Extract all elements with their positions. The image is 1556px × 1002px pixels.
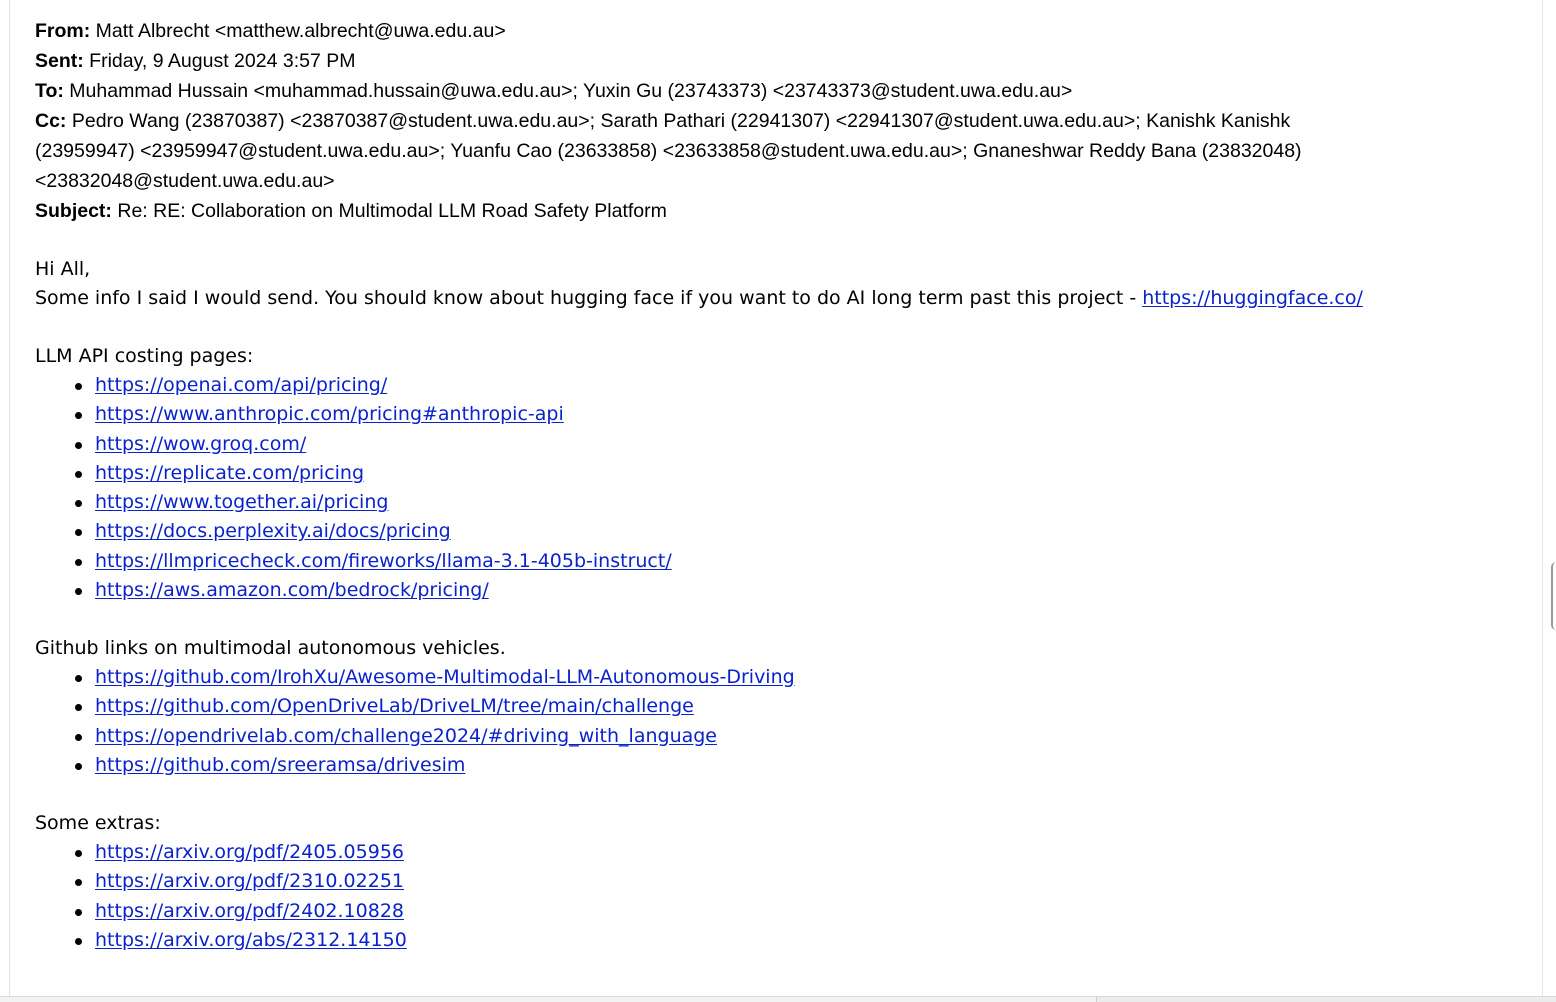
bullet-icon — [75, 500, 82, 507]
link[interactable]: https://arxiv.org/pdf/2402.10828 — [95, 900, 404, 922]
status-bar-segment — [1096, 996, 1556, 1002]
bullet-icon — [75, 879, 82, 887]
list-item: https://wow.groq.com/ — [35, 430, 1515, 459]
to-value: Muhammad Hussain <muhammad.hussain@uwa.e… — [69, 80, 1073, 102]
link[interactable]: https://www.together.ai/pricing — [95, 491, 388, 513]
huggingface-link[interactable]: https://huggingface.co/ — [1142, 287, 1363, 309]
to-label: To: — [35, 80, 64, 102]
right-divider — [1542, 0, 1543, 1002]
list-item: https://arxiv.org/pdf/2402.10828 — [35, 897, 1515, 926]
link[interactable]: https://arxiv.org/abs/2312.14150 — [95, 929, 407, 951]
subject-line: Subject: Re: RE: Collaboration on Multim… — [35, 196, 1475, 226]
list-item: https://replicate.com/pricing — [35, 459, 1515, 488]
subject-label: Subject: — [35, 200, 112, 222]
intro-text: Some info I said I would send. You shoul… — [35, 287, 1143, 309]
link[interactable]: https://wow.groq.com/ — [95, 433, 306, 455]
link[interactable]: https://github.com/sreeramsa/drivesim — [95, 754, 465, 776]
link[interactable]: https://replicate.com/pricing — [95, 462, 364, 484]
bullet-icon — [75, 558, 82, 566]
link[interactable]: https://github.com/OpenDriveLab/DriveLM/… — [95, 695, 694, 717]
list-item: https://arxiv.org/abs/2312.14150 — [35, 926, 1515, 955]
bullet-icon — [75, 412, 82, 420]
list-item: https://aws.amazon.com/bedrock/pricing/ — [35, 576, 1515, 605]
cc-line-2: (23959947) <23959947@student.uwa.edu.au>… — [35, 136, 1475, 166]
sent-line: Sent: Friday, 9 August 2024 3:57 PM — [35, 46, 1475, 76]
list-item: https://arxiv.org/pdf/2310.02251 — [35, 867, 1515, 896]
list-item: https://www.together.ai/pricing — [35, 488, 1515, 517]
cc-value-line3: <23832048@student.uwa.edu.au> — [35, 170, 335, 192]
bullet-icon — [75, 470, 82, 478]
section-heading: Some extras: — [35, 812, 161, 834]
list-item: https://www.anthropic.com/pricing#anthro… — [35, 400, 1515, 429]
cc-label: Cc: — [35, 110, 67, 132]
bullet-icon — [75, 441, 82, 449]
link[interactable]: https://llmpricecheck.com/fireworks/llam… — [95, 550, 672, 572]
greeting: Hi All, — [35, 258, 91, 280]
link-list-llm-api: https://openai.com/api/pricing/ https://… — [35, 371, 1515, 605]
link[interactable]: https://opendrivelab.com/challenge2024/#… — [95, 725, 717, 747]
cc-value-line2: (23959947) <23959947@student.uwa.edu.au>… — [35, 140, 1302, 162]
sent-value: Friday, 9 August 2024 3:57 PM — [89, 50, 356, 72]
vertical-scrollbar-thumb[interactable] — [1551, 562, 1556, 630]
list-item: https://llmpricecheck.com/fireworks/llam… — [35, 547, 1515, 576]
bullet-icon — [75, 908, 82, 916]
bullet-icon — [75, 587, 82, 595]
email-body: Hi All, Some info I said I would send. Y… — [35, 255, 1515, 955]
bullet-icon — [75, 675, 82, 682]
cc-line-3: <23832048@student.uwa.edu.au> — [35, 166, 1475, 196]
from-line: From: Matt Albrecht <matthew.albrecht@uw… — [35, 16, 1475, 46]
list-item: https://github.com/sreeramsa/drivesim — [35, 751, 1515, 780]
link[interactable]: https://arxiv.org/pdf/2310.02251 — [95, 870, 404, 892]
email-reading-pane: From: Matt Albrecht <matthew.albrecht@uw… — [0, 0, 1556, 1002]
list-item: https://opendrivelab.com/challenge2024/#… — [35, 722, 1515, 751]
section-heading: LLM API costing pages: — [35, 345, 254, 367]
link[interactable]: https://docs.perplexity.ai/docs/pricing — [95, 520, 451, 542]
list-item: https://arxiv.org/pdf/2405.05956 — [35, 838, 1515, 867]
bullet-icon — [75, 529, 82, 537]
bullet-icon — [75, 733, 82, 741]
from-value: Matt Albrecht <matthew.albrecht@uwa.edu.… — [95, 20, 506, 42]
intro-paragraph: Some info I said I would send. You shoul… — [35, 284, 1515, 313]
link[interactable]: https://arxiv.org/pdf/2405.05956 — [95, 841, 404, 863]
to-line: To: Muhammad Hussain <muhammad.hussain@u… — [35, 76, 1475, 106]
cc-line: Cc: Pedro Wang (23870387) <23870387@stud… — [35, 106, 1475, 136]
from-label: From: — [35, 20, 91, 42]
sent-label: Sent: — [35, 50, 84, 72]
link[interactable]: https://github.com/IrohXu/Awesome-Multim… — [95, 666, 795, 688]
link[interactable]: https://aws.amazon.com/bedrock/pricing/ — [95, 579, 489, 601]
left-divider — [9, 0, 10, 1002]
link-list-extras: https://arxiv.org/pdf/2405.05956 https:/… — [35, 838, 1515, 955]
bullet-icon — [75, 937, 82, 945]
cc-value-line1: Pedro Wang (23870387) <23870387@student.… — [71, 110, 1291, 132]
bullet-icon — [75, 704, 82, 712]
link[interactable]: https://openai.com/api/pricing/ — [95, 374, 387, 396]
bullet-icon — [75, 762, 82, 770]
link-list-github: https://github.com/IrohXu/Awesome-Multim… — [35, 663, 1515, 780]
link[interactable]: https://www.anthropic.com/pricing#anthro… — [95, 403, 564, 425]
list-item: https://github.com/IrohXu/Awesome-Multim… — [35, 663, 1515, 692]
subject-value: Re: RE: Collaboration on Multimodal LLM … — [117, 200, 667, 222]
email-header: From: Matt Albrecht <matthew.albrecht@uw… — [35, 16, 1475, 226]
list-item: https://docs.perplexity.ai/docs/pricing — [35, 517, 1515, 546]
list-item: https://github.com/OpenDriveLab/DriveLM/… — [35, 692, 1515, 721]
list-item: https://openai.com/api/pricing/ — [35, 371, 1515, 400]
bullet-icon — [75, 850, 82, 857]
section-heading: Github links on multimodal autonomous ve… — [35, 637, 506, 659]
bullet-icon — [75, 383, 82, 390]
